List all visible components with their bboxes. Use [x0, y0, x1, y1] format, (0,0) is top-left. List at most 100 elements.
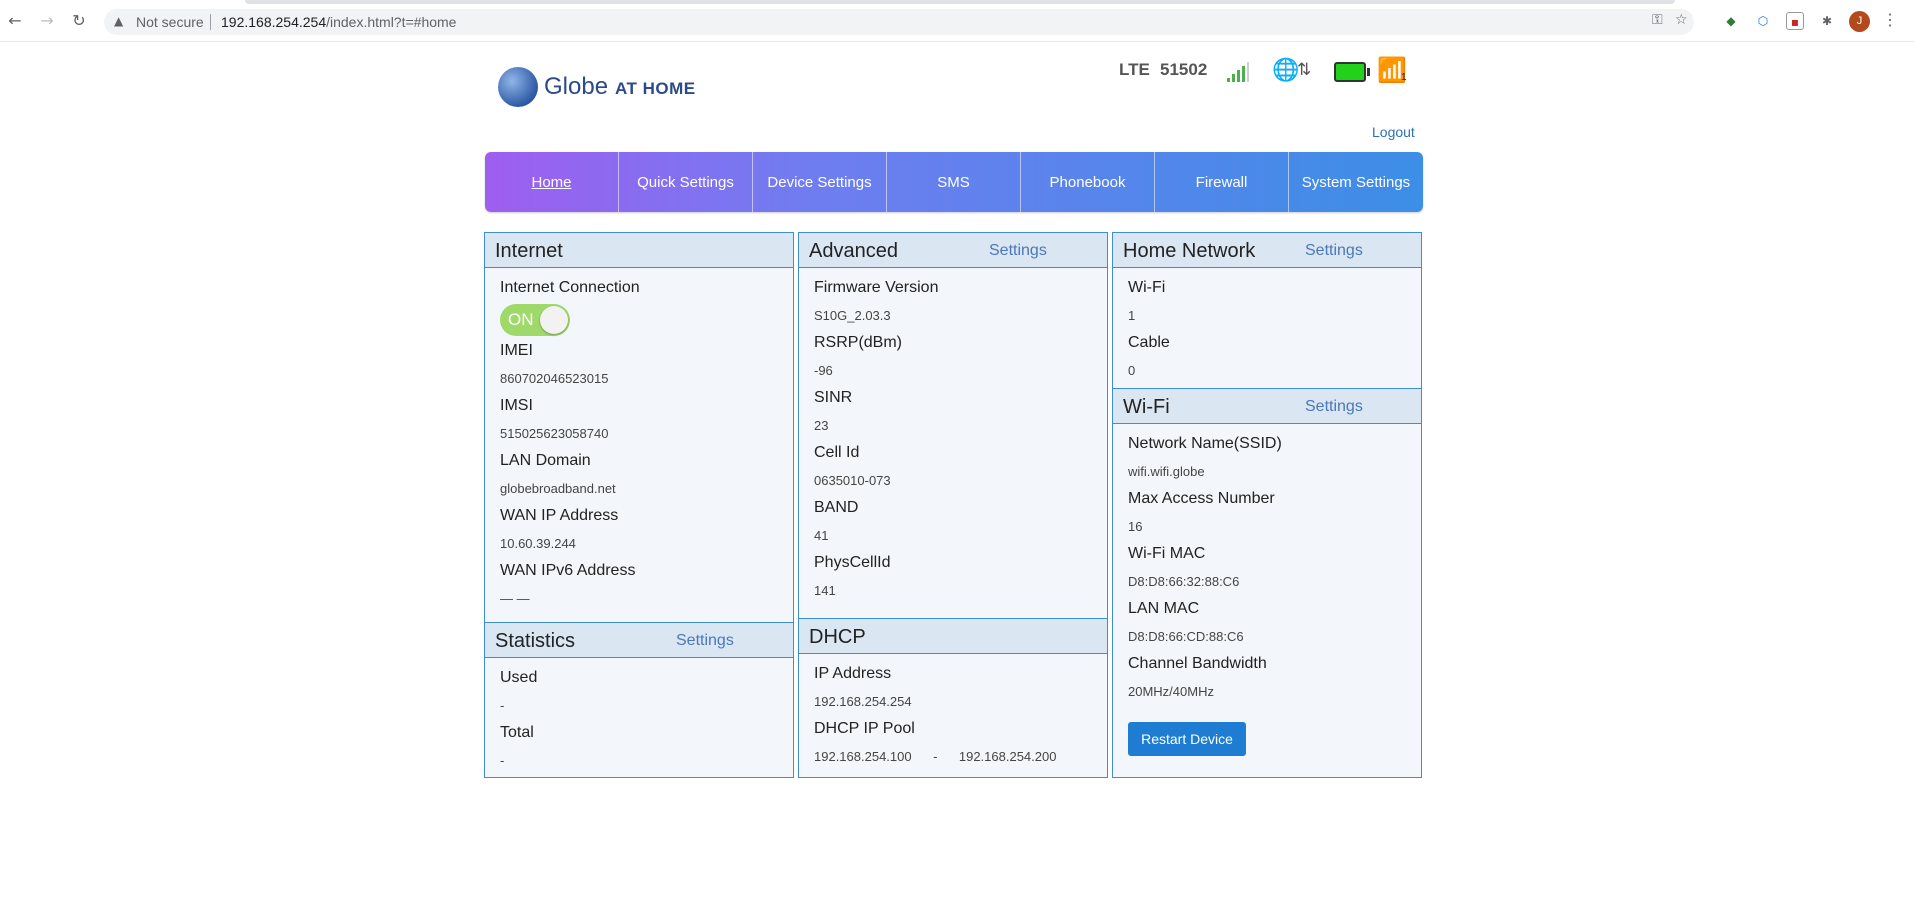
field-value: -: [500, 753, 505, 768]
pool-end: 192.168.254.200: [958, 749, 1057, 764]
restart-device-button[interactable]: Restart Device: [1128, 722, 1246, 756]
advanced-settings-link[interactable]: Settings: [989, 242, 1047, 260]
field-label: LAN MAC: [1128, 600, 1200, 617]
extension-drive-icon[interactable]: ◆: [1722, 12, 1740, 30]
logout-link[interactable]: Logout: [1372, 124, 1415, 140]
panel-header: Statistics Settings: [485, 623, 793, 658]
security-label[interactable]: Not secure: [136, 14, 204, 30]
main-nav: Home Quick Settings Device Settings SMS …: [485, 152, 1423, 212]
panel-header: Home Network Settings: [1113, 233, 1421, 268]
panel-title: Home Network: [1123, 240, 1256, 262]
tab-quick-settings[interactable]: Quick Settings: [619, 152, 753, 212]
internet-panel: Internet Internet Connection ON IMEI 860…: [484, 232, 794, 623]
globe-logo: Globe AT HOME: [498, 65, 708, 109]
tab-label: SMS: [937, 173, 970, 191]
key-icon[interactable]: ⚿: [1652, 12, 1663, 28]
home-network-panel: Home Network Settings Wi-Fi 1 Cable 0: [1112, 232, 1422, 389]
signal-bar: [1232, 74, 1235, 82]
tab-device-settings[interactable]: Device Settings: [753, 152, 887, 212]
panel-title: Statistics: [495, 630, 576, 652]
pool-start: 192.168.254.100: [814, 749, 912, 764]
extensions-puzzle-icon[interactable]: ✱: [1818, 12, 1836, 30]
field-label: Wi-Fi: [1128, 279, 1166, 296]
tab-firewall[interactable]: Firewall: [1155, 152, 1289, 212]
field-value: D8:D8:66:32:88:C6: [1128, 574, 1240, 589]
field-label: WAN IP Address: [500, 507, 619, 524]
data-transfer-icon: ⇅: [1297, 60, 1312, 80]
field-value: 0: [1128, 363, 1136, 378]
battery-icon: [1334, 62, 1370, 82]
field-label: LAN Domain: [500, 452, 591, 469]
tab-sms[interactable]: SMS: [887, 152, 1021, 212]
field-label: Max Access Number: [1128, 490, 1275, 507]
field-value: 16: [1128, 519, 1143, 534]
field-value: — —: [500, 591, 530, 606]
field-label: DHCP IP Pool: [814, 720, 915, 737]
profile-avatar[interactable]: J: [1849, 11, 1870, 32]
panel-header: Internet: [485, 233, 793, 268]
statistics-panel: Statistics Settings Used - Total -: [484, 622, 794, 778]
toggle-knob: [540, 306, 568, 334]
field-value: -: [500, 698, 505, 713]
internet-connection-label: Internet Connection: [500, 279, 640, 296]
pool-separator: -: [933, 749, 938, 764]
field-value: D8:D8:66:CD:88:C6: [1128, 629, 1244, 644]
tab-system-settings[interactable]: System Settings: [1289, 152, 1423, 212]
address-separator: [210, 14, 211, 30]
field-value: 41: [814, 528, 829, 543]
signal-bar: [1247, 62, 1249, 82]
field-label: Firmware Version: [814, 279, 939, 296]
dhcp-panel: DHCP IP Address 192.168.254.254 DHCP IP …: [798, 618, 1108, 778]
extension-cube-icon[interactable]: ⬡: [1754, 12, 1772, 30]
field-label: Cable: [1128, 334, 1170, 351]
tab-home[interactable]: Home: [485, 152, 619, 212]
panel-header: Wi-Fi Settings: [1113, 389, 1421, 424]
panel-header: Advanced Settings: [799, 233, 1107, 268]
tab-label: Quick Settings: [637, 173, 734, 191]
panel-title: Internet: [495, 240, 563, 262]
reload-icon[interactable]: ↻: [70, 12, 88, 30]
field-value: -96: [814, 363, 833, 378]
tab-phonebook[interactable]: Phonebook: [1021, 152, 1155, 212]
field-label: PhysCellId: [814, 554, 891, 571]
menu-icon[interactable]: ⋮: [1882, 10, 1898, 32]
panel-title: Wi-Fi: [1123, 396, 1170, 418]
field-value: 0635010-073: [814, 473, 891, 488]
network-type: LTE: [1119, 60, 1150, 79]
dhcp-pool-range: 192.168.254.100 - 192.168.254.200: [814, 741, 1107, 772]
tab-label: Phonebook: [1049, 173, 1126, 191]
field-value: S10G_2.03.3: [814, 308, 891, 323]
field-value: 860702046523015: [500, 371, 609, 386]
statistics-settings-link[interactable]: Settings: [676, 632, 734, 650]
field-label: Cell Id: [814, 444, 860, 461]
tab-label: Home: [531, 173, 572, 191]
advanced-panel: Advanced Settings Firmware Version S10G_…: [798, 232, 1108, 619]
home-network-settings-link[interactable]: Settings: [1305, 242, 1363, 260]
tab-label: System Settings: [1301, 173, 1411, 191]
panel-title: DHCP: [809, 626, 866, 648]
field-value: globebroadband.net: [500, 481, 616, 496]
wifi-settings-link[interactable]: Settings: [1305, 398, 1363, 416]
tab-label: Firewall: [1195, 173, 1248, 191]
forward-icon[interactable]: →: [38, 12, 56, 30]
field-value: 141: [814, 583, 836, 598]
field-value: 515025623058740: [500, 426, 609, 441]
field-label: Used: [500, 669, 538, 686]
back-icon[interactable]: ←: [6, 12, 24, 30]
field-value: wifi.wifi.globe: [1128, 464, 1205, 479]
url-host: 192.168.254.254: [221, 14, 327, 30]
internet-connection-toggle[interactable]: ON: [500, 304, 570, 336]
field-value: 1: [1128, 308, 1136, 323]
url-path: /index.html?t=#home: [326, 14, 457, 30]
field-label: IMEI: [500, 342, 533, 359]
tab-label: Device Settings: [767, 173, 872, 191]
address-bar[interactable]: ▲ Not secure 192.168.254.254/index.html?…: [104, 9, 1694, 35]
url-text[interactable]: 192.168.254.254/index.html?t=#home: [221, 14, 456, 30]
field-label: Total: [500, 724, 534, 741]
star-icon[interactable]: ☆: [1675, 12, 1688, 28]
extension-pocket-icon[interactable]: ▪: [1786, 12, 1804, 30]
field-label: WAN IPv6 Address: [500, 562, 636, 579]
field-label: Channel Bandwidth: [1128, 655, 1267, 672]
brand-name: Globe: [544, 73, 609, 100]
field-label: IMSI: [500, 397, 533, 414]
